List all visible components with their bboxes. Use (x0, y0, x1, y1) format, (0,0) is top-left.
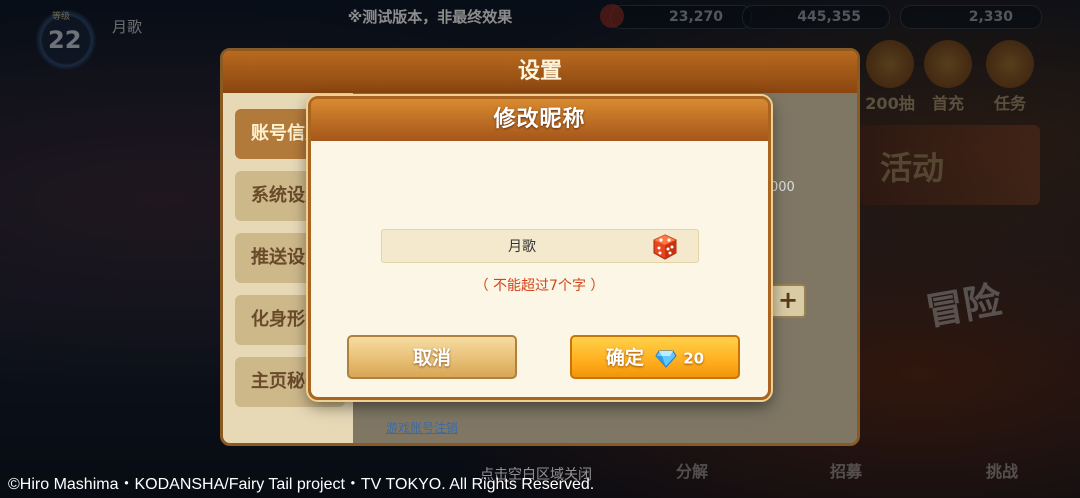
cancel-label: 取消 (412, 347, 451, 369)
change-nickname-dialog: 修改昵称 （ 不能超过7个字 ） 取消 确定 20 (308, 96, 771, 400)
confirm-cost: 20 (683, 349, 705, 368)
confirm-button[interactable]: 确定 20 (570, 335, 740, 379)
dialog-title: 修改昵称 (311, 99, 768, 141)
nickname-field[interactable] (381, 229, 699, 263)
plus-button[interactable]: + (770, 284, 806, 318)
random-dice-icon[interactable] (652, 234, 678, 260)
confirm-label: 确定 (605, 347, 644, 369)
cancel-button[interactable]: 取消 (347, 335, 517, 379)
nickname-length-hint: （ 不能超过7个字 ） (474, 278, 605, 294)
slider-value: 000 (770, 180, 795, 195)
diamond-icon (654, 350, 677, 368)
nickname-input[interactable] (402, 230, 642, 262)
account-cancel-link[interactable]: 游戏账号注销 (386, 419, 458, 436)
settings-title: 设置 (223, 51, 857, 93)
copyright-text: ©Hiro Mashima・KODANSHA/Fairy Tail projec… (8, 476, 595, 493)
